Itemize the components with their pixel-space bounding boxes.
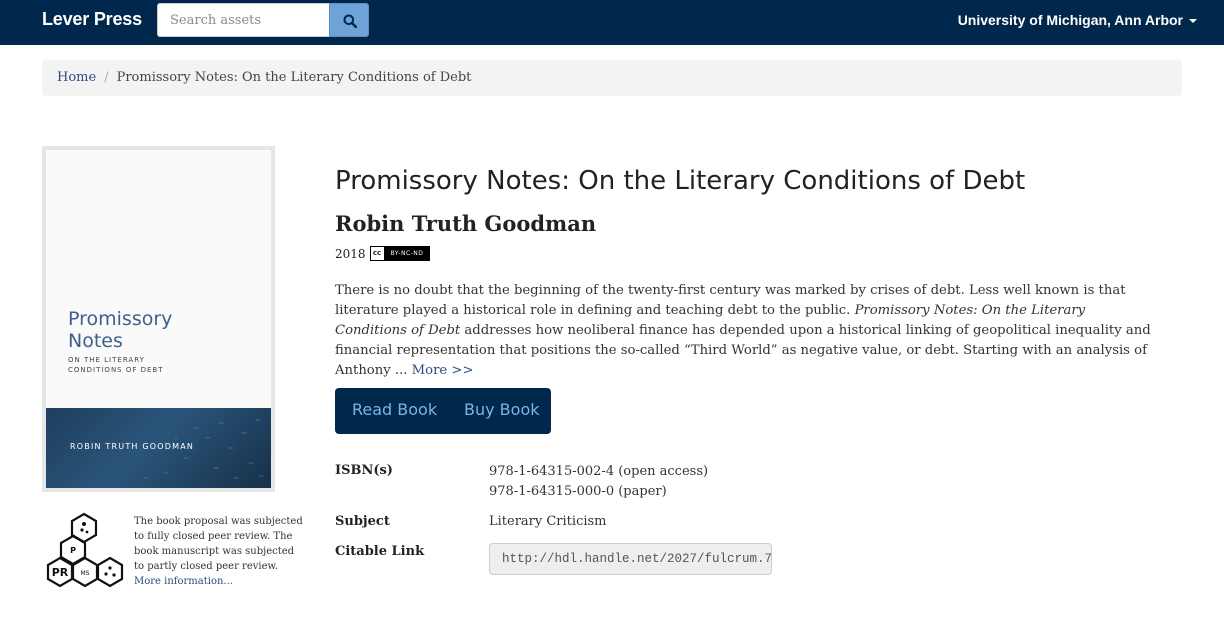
badge-letter-ms: MS (81, 570, 90, 577)
institution-dropdown[interactable]: University of Michigan, Ann Arbor (958, 12, 1197, 28)
peer-review-badge: P PR MS (46, 512, 124, 592)
top-navbar: Lever Press University of Michigan, Ann … (0, 0, 1224, 45)
year-license-row: 2018 cc BY-NC-ND (335, 246, 431, 261)
search-input[interactable] (157, 3, 330, 37)
breadcrumb-separator: / (104, 70, 109, 85)
breadcrumb-home-link[interactable]: Home (57, 70, 96, 85)
read-book-button[interactable]: Read Book (352, 400, 437, 419)
cover-subtitle-line1: ON THE LITERARY (68, 356, 145, 364)
cc-logo-icon: cc (370, 247, 385, 260)
book-cover[interactable]: Promissory Notes ON THE LITERARY CONDITI… (42, 146, 275, 492)
page-title: Promissory Notes: On the Literary Condit… (335, 166, 1026, 196)
cover-author: ROBIN TRUTH GOODMAN (70, 442, 195, 451)
cover-title-line2: Notes (68, 330, 123, 352)
publication-year: 2018 (335, 246, 366, 261)
peer-review-hexagon-icon: P PR MS (46, 512, 124, 588)
brand-logo-text[interactable]: Lever Press (42, 9, 142, 30)
license-text: BY-NC-ND (384, 247, 430, 260)
isbn-paper: 978-1-64315-000-0 (paper) (489, 484, 667, 499)
caret-down-icon (1189, 19, 1197, 24)
citable-link-field[interactable]: http://hdl.handle.net/2027/fulcrum.7p88c… (489, 543, 772, 575)
search-icon (343, 14, 357, 28)
isbn-open-access: 978-1-64315-002-4 (open access) (489, 464, 709, 479)
citable-link-label: Citable Link (335, 544, 425, 559)
isbn-label: ISBN(s) (335, 463, 393, 478)
buy-book-button[interactable]: Buy Book (464, 400, 540, 419)
search-form (157, 3, 369, 37)
badge-letter-p: P (70, 546, 76, 555)
breadcrumb-current: Promissory Notes: On the Literary Condit… (116, 70, 472, 85)
subject-label: Subject (335, 514, 390, 529)
cover-title: Promissory Notes (68, 308, 172, 352)
peer-review-description: The book proposal was subjected to fully… (134, 516, 303, 572)
cover-subtitle-line2: CONDITIONS OF DEBT (68, 366, 164, 374)
peer-review-more-link[interactable]: More information... (134, 576, 233, 587)
description-more-link[interactable]: More >> (412, 363, 474, 378)
institution-label: University of Michigan, Ann Arbor (957, 12, 1183, 28)
book-author: Robin Truth Goodman (335, 211, 597, 236)
book-action-buttons: Read Book Buy Book (335, 388, 551, 434)
book-description: There is no doubt that the beginning of … (335, 281, 1160, 381)
cover-title-line1: Promissory (68, 308, 173, 330)
cover-subtitle: ON THE LITERARY CONDITIONS OF DEBT (68, 355, 164, 375)
badge-letter-pr: PR (52, 566, 69, 579)
license-badge[interactable]: cc BY-NC-ND (369, 246, 431, 261)
search-button[interactable] (329, 3, 369, 37)
subject-value: Literary Criticism (489, 514, 607, 529)
peer-review-text: The book proposal was subjected to fully… (134, 514, 306, 589)
breadcrumb: Home / Promissory Notes: On the Literary C… (42, 60, 1182, 96)
